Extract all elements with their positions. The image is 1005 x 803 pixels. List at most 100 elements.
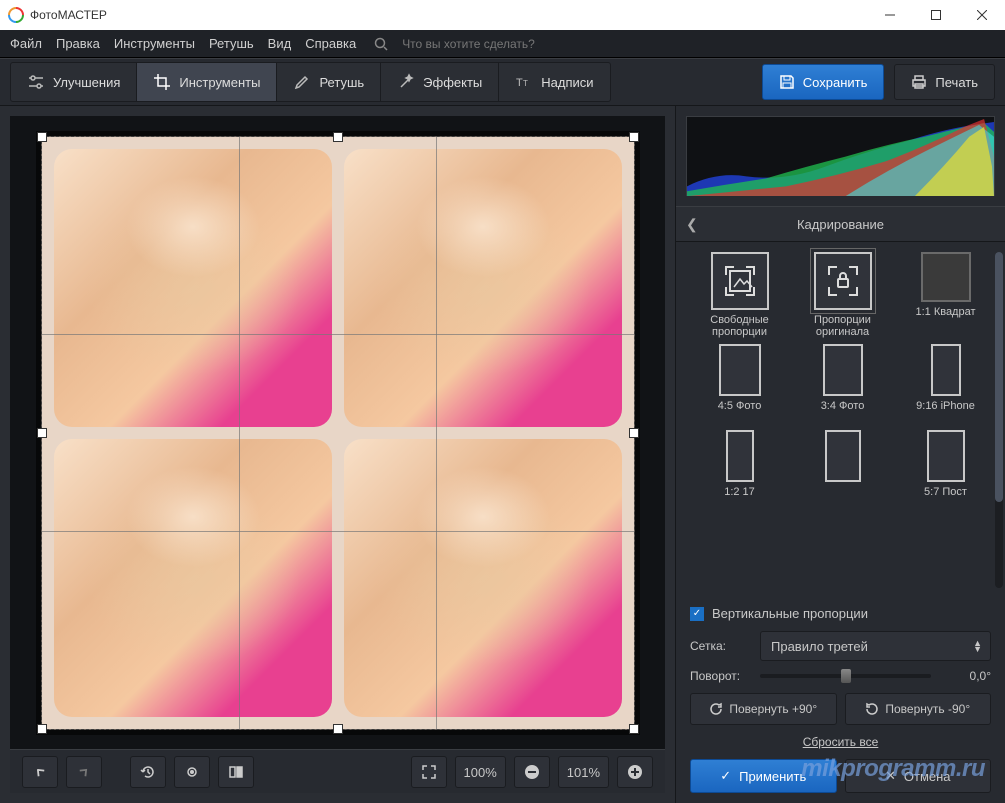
menu-retouch[interactable]: Ретушь: [209, 36, 254, 51]
cancel-button[interactable]: ✕ Отмена: [845, 759, 992, 793]
crop-handle[interactable]: [629, 428, 639, 438]
toolbar: Улучшения Инструменты Ретушь Эффекты TT …: [0, 58, 1005, 106]
menu-view[interactable]: Вид: [268, 36, 292, 51]
redo-button[interactable]: [66, 756, 102, 788]
checkbox-icon: ✓: [690, 607, 704, 621]
apply-label: Применить: [739, 769, 806, 784]
search-icon: [374, 37, 388, 51]
preset-9-16[interactable]: 9:16 iPhone: [896, 344, 995, 424]
crop-handle[interactable]: [37, 724, 47, 734]
collage-photo: [54, 439, 332, 717]
side-panel: ❮ Кадрирование Свободные пропорции Пропо…: [675, 106, 1005, 803]
histogram: [686, 116, 995, 196]
preset-label: Пропорции оригинала: [793, 314, 892, 338]
preset-item[interactable]: [793, 430, 892, 510]
tab-retouch[interactable]: Ретушь: [277, 62, 381, 102]
app-logo-icon: [8, 7, 24, 23]
scrollbar[interactable]: [995, 252, 1003, 588]
scrollbar-thumb[interactable]: [995, 252, 1003, 502]
tab-label: Улучшения: [53, 75, 120, 90]
svg-text:T: T: [516, 77, 523, 89]
rotate-cw-label: Повернуть +90°: [729, 702, 817, 716]
preset-label: 5:7 Пост: [924, 486, 967, 510]
crop-handle[interactable]: [37, 428, 47, 438]
crop-handle[interactable]: [333, 724, 343, 734]
save-icon: [779, 74, 795, 90]
close-icon: ✕: [885, 768, 896, 784]
window-maximize-button[interactable]: [913, 0, 959, 30]
preset-label: 1:2 17: [724, 486, 755, 510]
crop-handle[interactable]: [629, 724, 639, 734]
rotation-label: Поворот:: [690, 669, 750, 683]
rotation-value: 0,0°: [941, 669, 991, 683]
save-button[interactable]: Сохранить: [762, 64, 885, 100]
menu-file[interactable]: Файл: [10, 36, 42, 51]
print-button[interactable]: Печать: [894, 64, 995, 100]
print-icon: [911, 74, 927, 90]
tab-label: Надписи: [541, 75, 593, 90]
preset-4-5[interactable]: 4:5 Фото: [690, 344, 789, 424]
tab-text[interactable]: TT Надписи: [499, 62, 610, 102]
crop-handle[interactable]: [333, 132, 343, 142]
tab-tools[interactable]: Инструменты: [137, 62, 277, 102]
tab-enhance[interactable]: Улучшения: [10, 62, 137, 102]
menu-edit[interactable]: Правка: [56, 36, 100, 51]
rotate-cw-button[interactable]: Повернуть +90°: [690, 693, 837, 725]
bottom-toolbar: 100% 101%: [10, 749, 665, 793]
menu-help[interactable]: Справка: [305, 36, 356, 51]
vertical-proportions-checkbox[interactable]: ✓ Вертикальные пропорции: [690, 606, 991, 621]
zoom-fit-value[interactable]: 100%: [455, 756, 506, 788]
apply-button[interactable]: ✓ Применить: [690, 759, 837, 793]
rotate-cw-icon: [709, 702, 723, 716]
tab-label: Ретушь: [319, 75, 364, 90]
panel-header: ❮ Кадрирование: [676, 206, 1005, 242]
grid-dropdown[interactable]: Правило третей ▲▼: [760, 631, 991, 661]
svg-text:T: T: [523, 79, 528, 88]
checkbox-label: Вертикальные пропорции: [712, 606, 868, 621]
canvas[interactable]: [10, 116, 665, 749]
preset-label: 3:4 Фото: [821, 400, 865, 424]
slider-thumb[interactable]: [841, 669, 851, 683]
fit-screen-button[interactable]: [411, 756, 447, 788]
panel-title: Кадрирование: [797, 217, 884, 232]
preset-free[interactable]: Свободные пропорции: [690, 252, 789, 338]
window-close-button[interactable]: [959, 0, 1005, 30]
tab-effects[interactable]: Эффекты: [381, 62, 499, 102]
collage-photo: [344, 149, 622, 427]
rotate-ccw-button[interactable]: Повернуть -90°: [845, 693, 992, 725]
dropdown-value: Правило третей: [771, 639, 868, 654]
image-preview[interactable]: [41, 136, 635, 730]
tab-label: Инструменты: [179, 75, 260, 90]
check-icon: ✓: [720, 768, 731, 784]
chevron-updown-icon: ▲▼: [973, 640, 982, 652]
undo-button[interactable]: [22, 756, 58, 788]
rotate-ccw-label: Повернуть -90°: [885, 702, 970, 716]
search-input[interactable]: Что вы хотите сделать?: [402, 37, 535, 51]
crop-handle[interactable]: [37, 132, 47, 142]
preset-1-1[interactable]: 1:1 Квадрат: [896, 252, 995, 338]
preset-3-4[interactable]: 3:4 Фото: [793, 344, 892, 424]
back-button[interactable]: ❮: [686, 216, 698, 233]
preset-5-7[interactable]: 5:7 Пост: [896, 430, 995, 510]
menu-tools[interactable]: Инструменты: [114, 36, 195, 51]
preset-label: Свободные пропорции: [690, 314, 789, 338]
rotation-slider[interactable]: [760, 674, 931, 678]
preset-1-2[interactable]: 1:2 17: [690, 430, 789, 510]
zoom-value[interactable]: 101%: [558, 756, 609, 788]
cancel-label: Отмена: [904, 769, 951, 784]
compare-button[interactable]: [174, 756, 210, 788]
history-button[interactable]: [130, 756, 166, 788]
flip-button[interactable]: [218, 756, 254, 788]
collage-photo: [344, 439, 622, 717]
preset-original[interactable]: Пропорции оригинала: [793, 252, 892, 338]
crop-handle[interactable]: [629, 132, 639, 142]
reset-all-link[interactable]: Сбросить все: [690, 735, 991, 749]
titlebar: ФотоМАСТЕР: [0, 0, 1005, 30]
sliders-icon: [27, 73, 45, 91]
print-label: Печать: [935, 75, 978, 90]
zoom-out-button[interactable]: [514, 756, 550, 788]
app-title: ФотоМАСТЕР: [30, 8, 867, 22]
window-minimize-button[interactable]: [867, 0, 913, 30]
zoom-in-button[interactable]: [617, 756, 653, 788]
text-icon: TT: [515, 73, 533, 91]
